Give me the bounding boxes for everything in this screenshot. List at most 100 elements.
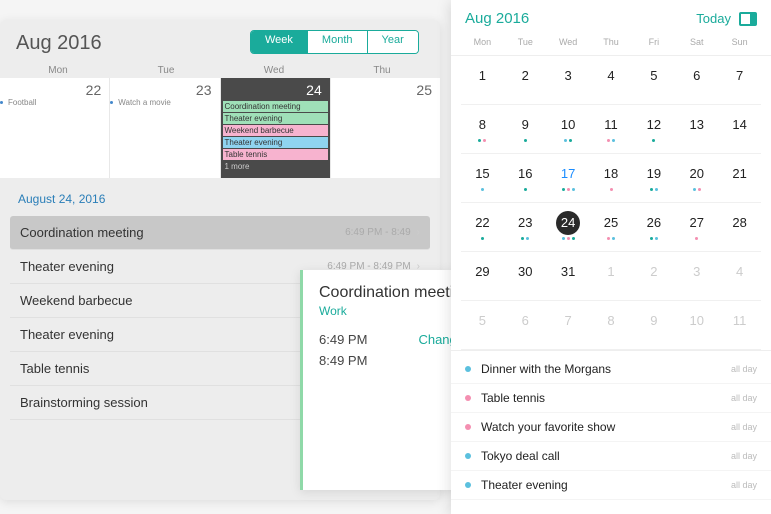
month-day-number: 21 [728,162,752,186]
event-dot-icon [481,188,484,191]
month-day-cell[interactable]: 27 [675,203,718,251]
mini-event[interactable]: Table tennis [223,149,328,160]
event-name: Coordination meeting [20,225,345,240]
month-day-number: 20 [685,162,709,186]
agenda-dot-icon [465,424,471,430]
today-button[interactable]: Today [696,11,731,26]
month-day-number: 1 [470,64,494,88]
month-day-number: 16 [513,162,537,186]
tab-month[interactable]: Month [308,31,368,53]
month-day-cell[interactable]: 7 [547,301,590,349]
agenda-item[interactable]: Tokyo deal callall day [451,442,771,471]
month-day-number: 10 [685,309,709,333]
tab-year[interactable]: Year [368,31,418,53]
agenda-time: all day [731,451,757,461]
month-day-cell[interactable]: 12 [632,105,675,153]
month-day-cell[interactable]: 3 [547,56,590,104]
month-day-cell[interactable]: 5 [461,301,504,349]
event-name: Table tennis [20,361,327,376]
month-day-number: 19 [642,162,666,186]
month-day-number: 7 [556,309,580,333]
month-day-cell[interactable]: 10 [675,301,718,349]
day-number: 25 [333,80,438,100]
month-day-cell[interactable]: 8 [590,301,633,349]
mini-event[interactable]: 1 more [223,161,328,172]
tab-week[interactable]: Week [251,31,308,53]
week-day-cell[interactable]: 24Coordination meetingTheater eveningWee… [221,78,331,178]
month-day-cell[interactable]: 26 [632,203,675,251]
month-title[interactable]: Aug 2016 [465,10,529,27]
month-day-cell[interactable]: 17 [547,154,590,202]
month-day-cell[interactable]: 4 [590,56,633,104]
month-day-cell[interactable]: 6 [675,56,718,104]
agenda-item[interactable]: Dinner with the Morgansall day [451,355,771,384]
month-day-cell[interactable]: 9 [632,301,675,349]
agenda-item[interactable]: Watch your favorite showall day [451,413,771,442]
month-day-cell[interactable]: 9 [504,105,547,153]
month-day-cell[interactable]: 11 [590,105,633,153]
month-day-cell[interactable]: 16 [504,154,547,202]
month-day-cell[interactable]: 25 [590,203,633,251]
month-day-cell[interactable]: 21 [718,154,761,202]
event-dot-icon [483,139,486,142]
agenda-item[interactable]: Theater eveningall day [451,471,771,500]
detail-start-time: 6:49 PM [319,332,367,347]
month-day-cell[interactable]: 31 [547,252,590,300]
week-day-cell[interactable]: 23Watch a movie [110,78,220,178]
month-year-title: Aug 2016 [16,32,102,55]
event-dots [632,139,675,142]
month-day-cell[interactable]: 7 [718,56,761,104]
week-dow-header: MonTueWedThu [0,63,440,78]
agenda-name: Theater evening [481,478,731,492]
month-day-cell[interactable]: 11 [718,301,761,349]
mini-event[interactable]: Weekend barbecue [223,125,328,136]
month-day-cell[interactable]: 2 [632,252,675,300]
month-day-number: 9 [642,309,666,333]
agenda-dot-icon [465,395,471,401]
month-day-cell[interactable]: 24 [547,203,590,251]
month-day-cell[interactable]: 6 [504,301,547,349]
month-day-cell[interactable]: 14 [718,105,761,153]
month-day-cell[interactable]: 10 [547,105,590,153]
month-day-number: 3 [556,64,580,88]
event-dot-icon [652,139,655,142]
month-day-cell[interactable]: 4 [718,252,761,300]
event-dots [632,237,675,240]
month-day-cell[interactable]: 18 [590,154,633,202]
month-day-cell[interactable]: 13 [675,105,718,153]
month-day-cell[interactable]: 23 [504,203,547,251]
month-view-panel: Aug 2016 Today MonTueWedThuFriSatSun 123… [451,0,771,514]
mini-event[interactable]: Coordination meeting [223,101,328,112]
month-day-cell[interactable]: 3 [675,252,718,300]
month-day-cell[interactable]: 5 [632,56,675,104]
month-day-cell[interactable]: 30 [504,252,547,300]
month-week-row: 222324 25 26 27 28 [461,203,761,252]
month-day-cell[interactable]: 22 [461,203,504,251]
month-day-number: 2 [642,260,666,284]
month-day-cell[interactable]: 28 [718,203,761,251]
agenda-dot-icon [465,366,471,372]
week-day-cell[interactable]: 22Football [0,78,110,178]
month-day-cell[interactable]: 1 [590,252,633,300]
month-dow-cell: Mon [461,37,504,47]
month-day-cell[interactable]: 20 [675,154,718,202]
month-day-number: 25 [599,211,623,235]
week-day-cell[interactable]: 25 [331,78,440,178]
month-day-cell[interactable]: 15 [461,154,504,202]
month-day-number: 18 [599,162,623,186]
panel-toggle-icon[interactable] [739,12,757,26]
event-dots [504,237,547,240]
mini-event[interactable]: Theater evening [223,113,328,124]
month-day-number: 27 [685,211,709,235]
month-day-cell[interactable]: 2 [504,56,547,104]
agenda-item[interactable]: Table tennisall day [451,384,771,413]
month-day-cell[interactable]: 19 [632,154,675,202]
month-day-number: 28 [728,211,752,235]
event-dots [461,139,504,142]
month-day-cell[interactable]: 29 [461,252,504,300]
mini-event[interactable]: Theater evening [223,137,328,148]
event-list-item[interactable]: Coordination meeting6:49 PM - 8:49› [10,216,430,250]
month-day-cell[interactable]: 8 [461,105,504,153]
agenda-dot-icon [465,453,471,459]
month-day-cell[interactable]: 1 [461,56,504,104]
